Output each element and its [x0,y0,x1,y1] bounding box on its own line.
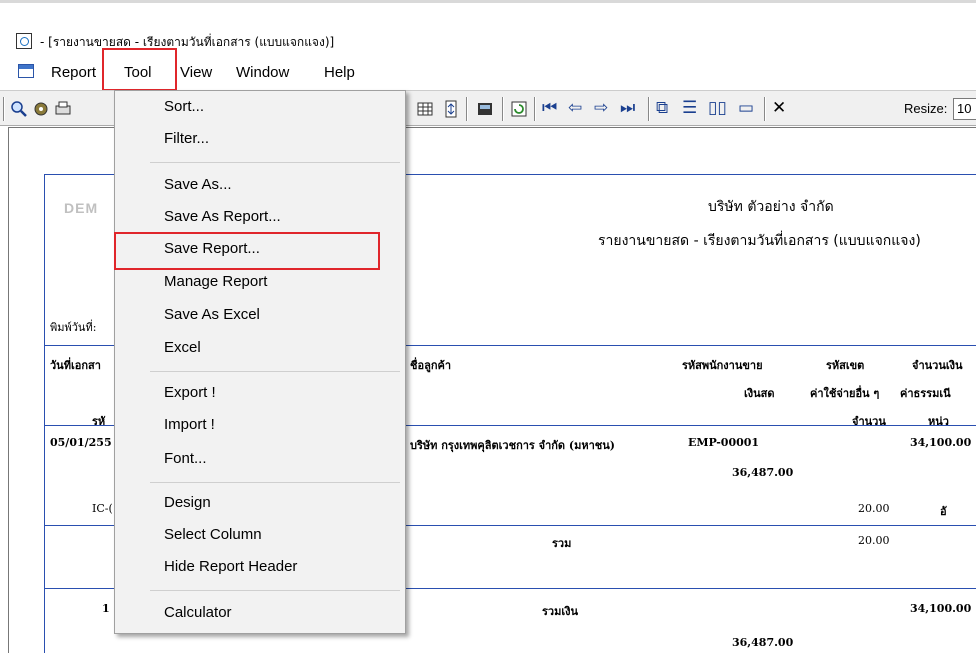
col-other-expense: ค่าใช้จ่ายอื่น ๆ [810,387,880,400]
toolbar-separator [502,97,503,121]
fit-height-icon[interactable] [442,100,460,118]
col-cash: เงินสด [744,387,775,400]
sum-label: รวม [552,537,572,550]
report-title: รายงานขายสด - เรียงตามวันที่เอกสาร (แบบแ… [598,233,921,249]
menu-item-excel[interactable]: Excel [164,339,201,356]
resize-input[interactable]: 10 [953,98,976,120]
menu-item-design[interactable]: Design [164,494,211,511]
previous-page-icon[interactable]: ⇦ [568,98,582,118]
tool-menu-highlight-box [102,48,177,91]
total-label: รวมเงิน [542,605,578,618]
item-code: IC-( [92,502,113,515]
calculator-icon[interactable] [476,100,494,118]
col-unit: หน่ว [928,415,949,428]
item-tail: อั [940,505,947,518]
next-page-icon[interactable]: ⇨ [594,98,608,118]
toolbar-separator [466,97,467,121]
menu-help[interactable]: Help [324,64,355,81]
gear-icon[interactable] [32,100,50,118]
col-salesman: รหัสพนักงานขาย [682,359,763,372]
window-title: - [รายงานขายสด - เรียงตามวันที่เอกสาร (แ… [40,35,335,49]
close-icon[interactable]: ✕ [772,98,786,118]
menu-report[interactable]: Report [51,64,96,81]
menu-separator [150,482,400,483]
row-customer: บริษัท กรุงเทพคุลิตเวชการ จำกัด (มหาชน) [410,439,615,452]
menu-item-save-as-excel[interactable]: Save As Excel [164,306,260,323]
row-amount: 34,100.00 [910,436,972,449]
toolbar-separator [534,97,535,121]
menu-view[interactable]: View [180,64,212,81]
total-amount: 34,100.00 [910,602,972,615]
col-amount: จำนวนเงิน [912,359,963,372]
single-page-icon[interactable]: ▭ [738,98,754,118]
window-titlebar: - [รายงานขายสด - เรียงตามวันที่เอกสาร (แ… [0,0,976,54]
menu-item-save-as-report[interactable]: Save As Report... [164,208,281,225]
sum-qty: 20.00 [858,534,890,547]
menu-item-select-column[interactable]: Select Column [164,526,262,543]
report-preview-icon [16,33,32,49]
last-page-icon[interactable]: ⏭ [620,98,635,118]
row-emp: EMP-00001 [688,436,760,449]
total-num: 1 [102,602,110,615]
col-qty: จำนวน [852,415,886,428]
zoom-icon[interactable] [10,100,28,118]
col-code: รหั [92,415,106,428]
menu-item-save-as[interactable]: Save As... [164,176,232,193]
demo-watermark: DEM [64,200,99,216]
col-doc-date: วันที่เอกสา [50,359,101,372]
item-qty: 20.00 [858,502,890,515]
menu-item-filter[interactable]: Filter... [164,130,209,147]
menu-item-export[interactable]: Export ! [164,384,216,401]
col-fee: ค่าธรรมเนี [900,387,951,400]
refresh-icon[interactable] [510,100,528,118]
list-view-icon[interactable]: ☰ [682,98,697,118]
toolbar-grip [3,97,4,121]
first-page-icon[interactable]: ⏮ [542,98,557,118]
toolbar-separator [648,97,649,121]
tool-menu-dropdown [114,90,406,634]
menu-item-calculator[interactable]: Calculator [164,604,232,621]
two-columns-icon[interactable]: ▯▯ [708,98,727,118]
col-customer: ชื่อลูกค้า [410,359,452,372]
menu-separator [150,590,400,591]
company-name: บริษัท ตัวอย่าง จำกัด [708,199,834,215]
multi-page-icon[interactable]: ⧉ [656,98,668,118]
row-cash: 36,487.00 [732,466,794,479]
menu-item-sort[interactable]: Sort... [164,98,204,115]
toolbar-separator [764,97,765,121]
print-date-label: พิมพ์วันที่: [50,321,97,334]
save-report-highlight-box [114,232,380,270]
total-cash: 36,487.00 [732,636,794,649]
menu-item-font[interactable]: Font... [164,450,207,467]
menu-item-manage-report[interactable]: Manage Report [164,273,267,290]
grid-view-icon[interactable] [416,100,434,118]
col-zone: รหัสเขต [826,359,865,372]
menu-separator [150,162,400,163]
window-menu-icon[interactable] [18,64,34,78]
resize-label: Resize: [904,101,948,116]
row-date: 05/01/255 [50,436,112,449]
menu-item-hide-report-header[interactable]: Hide Report Header [164,558,297,575]
menu-window[interactable]: Window [236,64,289,81]
printer-icon[interactable] [54,100,72,118]
menu-item-import[interactable]: Import ! [164,416,215,433]
menu-separator [150,371,400,372]
